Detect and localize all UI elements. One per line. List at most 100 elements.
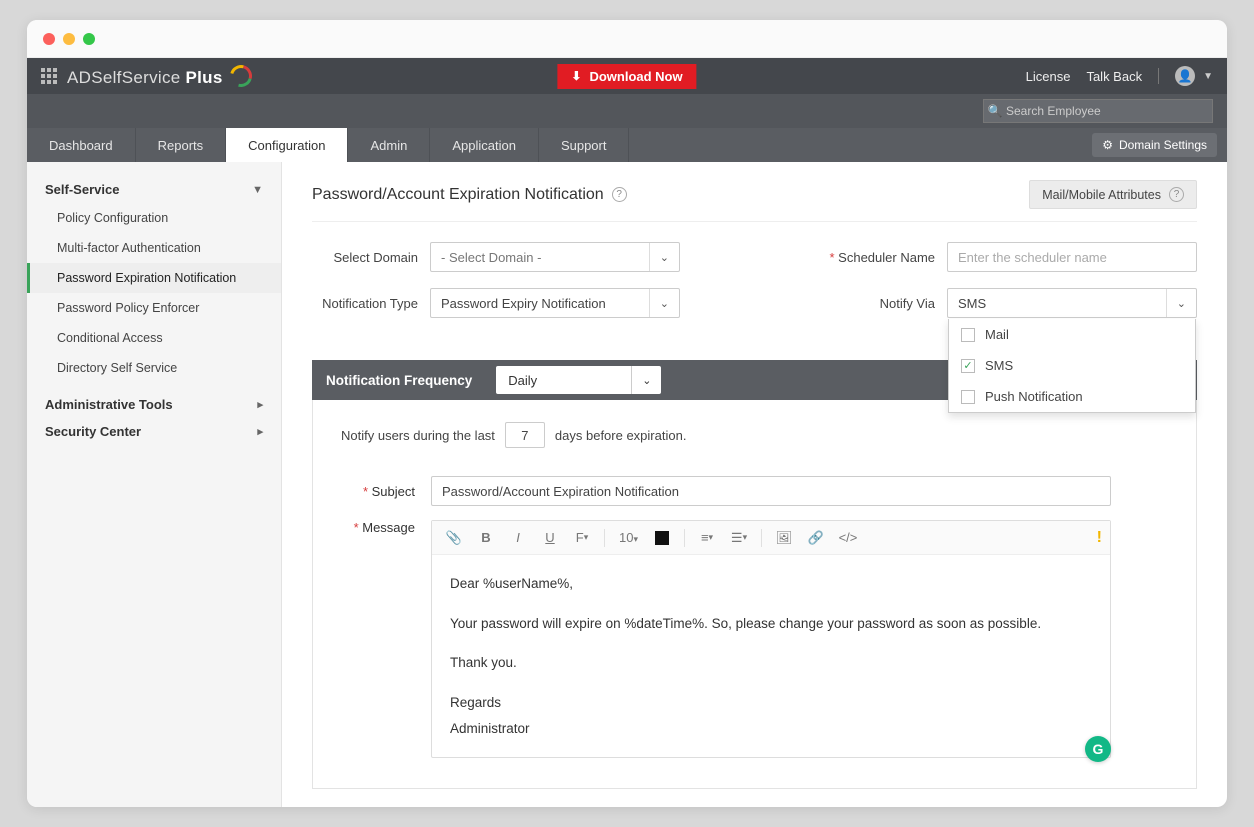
- search-icon: 🔍: [984, 104, 1006, 118]
- sidebar-item-policy-configuration[interactable]: Policy Configuration: [27, 203, 281, 233]
- window-close-icon[interactable]: [43, 33, 55, 45]
- tab-configuration[interactable]: Configuration: [226, 128, 348, 162]
- align-button[interactable]: ≡▾: [693, 525, 721, 551]
- tab-admin[interactable]: Admin: [348, 128, 430, 162]
- brand-text-2: Plus: [181, 68, 223, 87]
- sidebar-section-label: Security Center: [45, 424, 141, 439]
- font-family-button[interactable]: F▾: [568, 525, 596, 551]
- window-zoom-icon[interactable]: [83, 33, 95, 45]
- insert-link-icon[interactable]: 🔗: [802, 525, 830, 551]
- checkbox-checked-icon: ✓: [961, 359, 975, 373]
- select-domain-dropdown[interactable]: - Select Domain - ⌄: [430, 242, 680, 272]
- window-minimize-icon[interactable]: [63, 33, 75, 45]
- message-editor-body[interactable]: Dear %userName%, Your password will expi…: [432, 555, 1110, 757]
- content-area: Password/Account Expiration Notification…: [282, 162, 1227, 807]
- underline-button[interactable]: U: [536, 525, 564, 551]
- select-domain-value: - Select Domain -: [441, 250, 541, 265]
- message-row: Message 📎 B I U F▾ 10▾: [341, 520, 1168, 758]
- top-bar: ADSelfService Plus ⬇ Download Now Licens…: [27, 58, 1227, 94]
- grammarly-icon[interactable]: G: [1085, 736, 1111, 762]
- separator: [684, 529, 685, 547]
- search-input[interactable]: [1006, 104, 1212, 118]
- talkback-link[interactable]: Talk Back: [1086, 69, 1142, 84]
- message-label: Message: [341, 520, 415, 535]
- help-icon[interactable]: ?: [1169, 187, 1184, 202]
- tab-application[interactable]: Application: [430, 128, 539, 162]
- font-size-selector[interactable]: 10▾: [613, 530, 644, 545]
- help-icon[interactable]: ?: [612, 187, 627, 202]
- chevron-down-icon: ⌄: [631, 366, 661, 394]
- subject-row: Subject: [341, 476, 1168, 506]
- notification-type-dropdown[interactable]: Password Expiry Notification ⌄: [430, 288, 680, 318]
- product-logo: ADSelfService Plus: [67, 65, 252, 88]
- brand-arc-icon: [226, 60, 256, 90]
- select-domain-label: Select Domain: [312, 250, 418, 265]
- gear-icon: ⚙: [1102, 138, 1113, 152]
- notification-type-label: Notification Type: [312, 296, 418, 311]
- top-right-links: License Talk Back 👤 ▼: [1026, 66, 1213, 86]
- code-view-icon[interactable]: </>: [834, 525, 862, 551]
- text-color-button[interactable]: [648, 525, 676, 551]
- days-before-input[interactable]: [505, 422, 545, 448]
- scheduler-name-field[interactable]: [947, 242, 1197, 272]
- attach-icon[interactable]: 📎: [440, 525, 468, 551]
- subject-input[interactable]: [431, 476, 1111, 506]
- chevron-down-icon: ⌄: [1166, 289, 1186, 317]
- frequency-label: Notification Frequency: [326, 373, 472, 388]
- tab-dashboard[interactable]: Dashboard: [27, 128, 136, 162]
- license-link[interactable]: License: [1026, 69, 1071, 84]
- employee-search[interactable]: 🔍: [983, 99, 1213, 123]
- italic-button[interactable]: I: [504, 525, 532, 551]
- sidebar-item-conditional-access[interactable]: Conditional Access: [27, 323, 281, 353]
- notify-option-sms[interactable]: ✓ SMS: [949, 350, 1195, 381]
- editor-toolbar: 📎 B I U F▾ 10▾ ≡▾ ☰▾: [432, 521, 1110, 555]
- notify-via-dropdown[interactable]: SMS ⌄ Mail ✓ SMS: [947, 288, 1197, 318]
- sidebar-item-password-policy-enforcer[interactable]: Password Policy Enforcer: [27, 293, 281, 323]
- notify-prefix-text: Notify users during the last: [341, 428, 495, 443]
- checkbox-icon: [961, 390, 975, 404]
- message-line: Administrator: [450, 716, 1092, 742]
- chevron-down-icon: ▼: [252, 184, 263, 196]
- message-line: Dear %userName%,: [450, 571, 1092, 597]
- tab-support[interactable]: Support: [539, 128, 630, 162]
- sidebar-item-mfa[interactable]: Multi-factor Authentication: [27, 233, 281, 263]
- sidebar-section-security-center[interactable]: Security Center ▸: [27, 418, 281, 445]
- apps-grid-icon[interactable]: [41, 68, 57, 84]
- notify-via-value: SMS: [958, 296, 986, 311]
- notification-details-box: Notify users during the last days before…: [312, 400, 1197, 789]
- message-line: Thank you.: [450, 650, 1092, 676]
- download-now-button[interactable]: ⬇ Download Now: [557, 64, 696, 89]
- download-icon: ⬇: [571, 69, 581, 83]
- attributes-button-label: Mail/Mobile Attributes: [1042, 188, 1161, 202]
- sidebar-section-label: Self-Service: [45, 182, 119, 197]
- notify-option-push[interactable]: Push Notification: [949, 381, 1195, 412]
- sidebar-item-directory-self-service[interactable]: Directory Self Service: [27, 353, 281, 383]
- user-avatar-icon[interactable]: 👤: [1175, 66, 1195, 86]
- scheduler-name-label: Scheduler Name: [815, 250, 935, 265]
- page-header: Password/Account Expiration Notification…: [312, 180, 1197, 222]
- warning-icon[interactable]: !: [1097, 529, 1102, 547]
- tab-reports[interactable]: Reports: [136, 128, 227, 162]
- sidebar-item-password-expiration[interactable]: Password Expiration Notification: [27, 263, 281, 293]
- window-titlebar: [27, 20, 1227, 58]
- insert-image-icon[interactable]: 🖼: [770, 525, 798, 551]
- notify-option-mail[interactable]: Mail: [949, 319, 1195, 350]
- message-line: Your password will expire on %dateTime%.…: [450, 611, 1092, 637]
- chevron-right-icon: ▸: [257, 425, 263, 438]
- body: Self-Service ▼ Policy Configuration Mult…: [27, 162, 1227, 807]
- list-button[interactable]: ☰▾: [725, 525, 753, 551]
- mail-mobile-attributes-button[interactable]: Mail/Mobile Attributes ?: [1029, 180, 1197, 209]
- sidebar-section-self-service[interactable]: Self-Service ▼: [27, 176, 281, 203]
- scheduler-name-input[interactable]: [958, 250, 1186, 265]
- frequency-dropdown[interactable]: Daily ⌄: [496, 366, 661, 394]
- bold-button[interactable]: B: [472, 525, 500, 551]
- notify-suffix-text: days before expiration.: [555, 428, 687, 443]
- message-line: Regards: [450, 690, 1092, 716]
- user-menu-caret-icon[interactable]: ▼: [1203, 71, 1213, 82]
- sidebar-section-admin-tools[interactable]: Administrative Tools ▸: [27, 391, 281, 418]
- domain-settings-button[interactable]: ⚙ Domain Settings: [1092, 133, 1217, 157]
- download-label: Download Now: [589, 69, 682, 84]
- sidebar-section-label: Administrative Tools: [45, 397, 173, 412]
- chevron-down-icon: ⌄: [649, 243, 669, 271]
- notification-type-value: Password Expiry Notification: [441, 296, 606, 311]
